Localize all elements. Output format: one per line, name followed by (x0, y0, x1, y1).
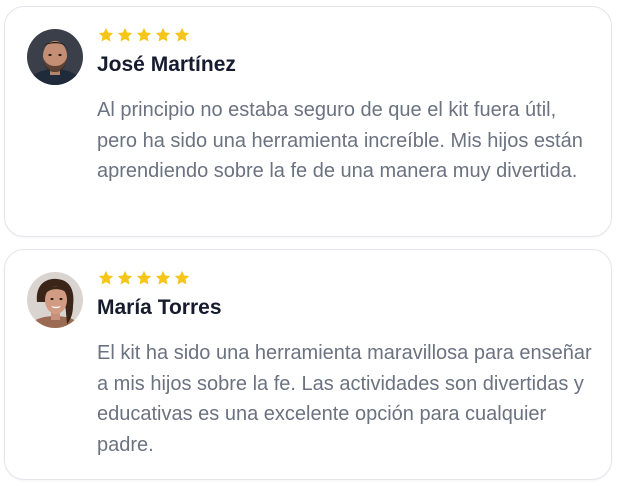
star-icon (154, 269, 172, 287)
review-card: José Martínez Al principio no estaba seg… (4, 6, 612, 237)
star-icon (154, 26, 172, 44)
rating-stars (97, 26, 191, 46)
reviewer-name: José Martínez (97, 53, 236, 76)
star-icon (116, 269, 134, 287)
avatar (27, 29, 83, 85)
review-card: María Torres El kit ha sido una herramie… (4, 249, 612, 480)
star-icon (173, 26, 191, 44)
reviewer-name: María Torres (97, 296, 222, 319)
review-text: El kit ha sido una herramienta maravillo… (97, 342, 592, 456)
star-icon (116, 26, 134, 44)
star-icon (97, 269, 115, 287)
star-icon (97, 26, 115, 44)
star-icon (135, 269, 153, 287)
star-icon (135, 26, 153, 44)
rating-stars (97, 269, 191, 289)
star-icon (173, 269, 191, 287)
review-text: Al principio no estaba seguro de que el … (97, 99, 583, 182)
reviews-list: José Martínez Al principio no estaba seg… (0, 0, 618, 488)
woman-avatar-photo-icon (27, 272, 83, 328)
man-avatar-photo-icon (27, 29, 83, 85)
avatar (27, 272, 83, 328)
